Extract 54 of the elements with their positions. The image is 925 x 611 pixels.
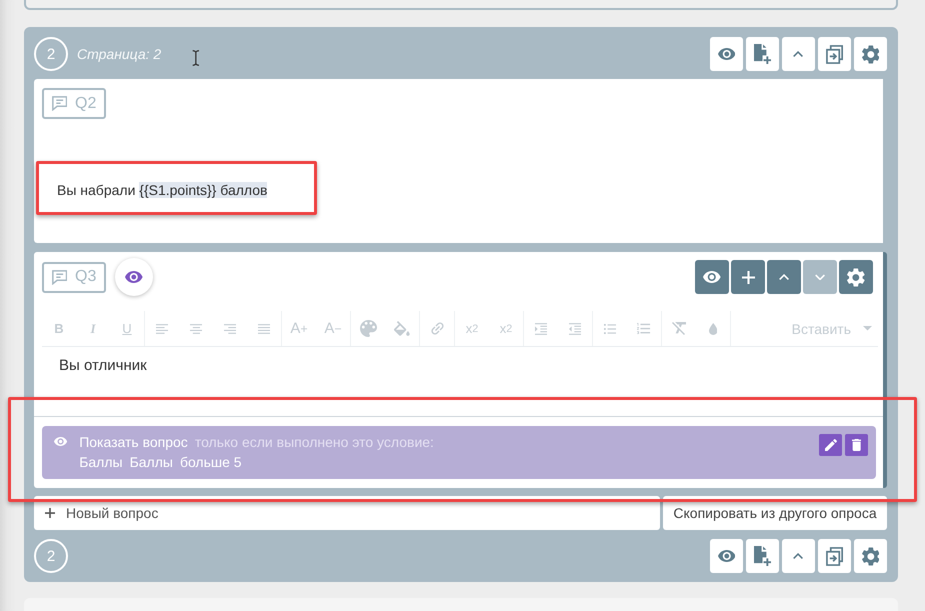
visibility-button[interactable] xyxy=(115,258,153,296)
add-page-button[interactable] xyxy=(746,539,779,573)
eye-icon xyxy=(703,271,721,283)
editor-text[interactable]: Вы отличник xyxy=(42,356,883,376)
condition-lead: Показать вопрос xyxy=(79,433,188,452)
comment-icon xyxy=(52,96,68,111)
copy-icon xyxy=(826,546,844,566)
question-number: Q2 xyxy=(75,94,96,112)
text-cursor-icon xyxy=(192,50,200,66)
chevron-up-icon xyxy=(793,50,804,58)
page-number: 2 xyxy=(34,37,68,71)
plus-icon xyxy=(742,270,754,284)
condition-term: больше 5 xyxy=(180,453,242,472)
eye-icon xyxy=(125,271,143,283)
trash-icon xyxy=(852,439,862,451)
settings-button[interactable] xyxy=(854,37,887,71)
settings-icon xyxy=(862,44,880,64)
new-question-button[interactable]: Новый вопрос xyxy=(34,496,660,530)
settings-button[interactable] xyxy=(839,260,873,294)
preview-button[interactable] xyxy=(710,37,743,71)
chevron-up-icon xyxy=(793,552,804,560)
settings-icon xyxy=(862,546,880,566)
condition-term: Баллы xyxy=(130,453,173,472)
copy-icon xyxy=(826,44,844,64)
move-up-button[interactable] xyxy=(782,539,815,573)
file-plus-icon xyxy=(754,44,772,64)
condition-term: Баллы xyxy=(79,453,123,472)
edit-button[interactable] xyxy=(819,434,842,456)
pencil-icon xyxy=(824,439,836,451)
chevron-down-icon xyxy=(814,274,826,280)
add-page-button[interactable] xyxy=(746,37,779,71)
question-number: Q3 xyxy=(75,268,96,286)
copy-from-survey-button[interactable]: Скопировать из другого опроса xyxy=(663,496,887,530)
move-up-button[interactable] xyxy=(767,260,801,294)
settings-button[interactable] xyxy=(854,539,887,573)
caret-icon xyxy=(863,326,872,331)
preview-button[interactable] xyxy=(710,539,743,573)
plus-icon xyxy=(45,508,55,518)
eye-icon xyxy=(718,550,736,562)
chevron-up-icon xyxy=(778,274,790,280)
delete-button[interactable] xyxy=(845,434,868,456)
settings-icon xyxy=(847,268,865,286)
eye-icon xyxy=(718,48,736,60)
page-number: 2 xyxy=(34,539,68,573)
move-up-button[interactable] xyxy=(782,37,815,71)
comment-icon xyxy=(52,270,68,284)
copy-button[interactable] xyxy=(818,539,851,573)
preview-button[interactable] xyxy=(695,260,729,294)
page-title[interactable]: Страница: 2 xyxy=(77,46,162,62)
question-text: Вы набрали {{S1.points}} баллов xyxy=(57,181,268,200)
file-plus-icon xyxy=(754,546,772,566)
copy-button[interactable] xyxy=(818,37,851,71)
eye-icon xyxy=(54,437,68,446)
add-button[interactable] xyxy=(731,260,765,294)
